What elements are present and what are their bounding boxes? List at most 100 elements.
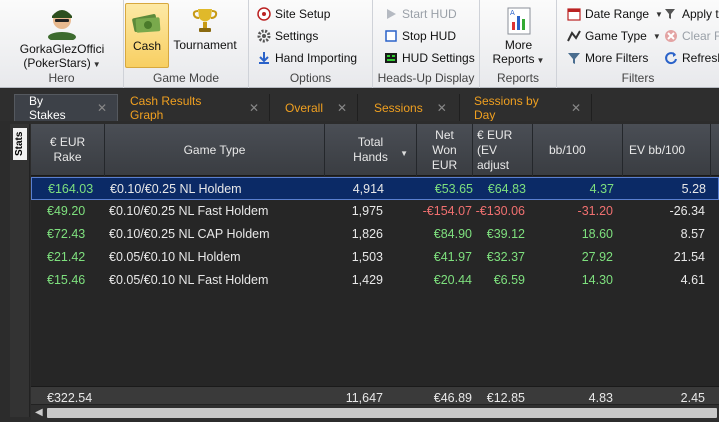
column-header-rake[interactable]: € EUR Rake [31, 124, 105, 176]
horizontal-scrollbar[interactable]: ◀ [31, 404, 719, 420]
sort-descending-icon: ▼ [400, 149, 408, 158]
stakes-results-table: € EUR Rake Game Type Total Hands ▼ Net W… [31, 124, 719, 414]
play-icon [387, 9, 396, 19]
cell-bb100: 27.92 [581, 250, 613, 264]
cell-ev-adjusted: €39.12 [486, 227, 525, 241]
cell-game-type: €0.10/€0.25 NL Fast Holdem [109, 204, 269, 218]
cell-ev-adjusted: €6.59 [493, 273, 525, 287]
column-header-ev-adjusted[interactable]: € EUR (EV adjust [473, 124, 533, 176]
cell-bb100: 4.37 [589, 182, 614, 196]
chevron-down-icon: ▼ [652, 31, 661, 41]
reports-group-label: Reports [496, 71, 540, 85]
column-header-bb100[interactable]: bb/100 [533, 124, 623, 176]
stop-hud-button[interactable]: Stop HUD [384, 26, 456, 46]
cell-bb100: -31.20 [577, 204, 613, 218]
tab-label: By Stakes [29, 94, 66, 122]
cell-ev-bb100: -26.34 [669, 204, 705, 218]
chevron-down-icon: ▼ [536, 56, 545, 65]
tab-label: Sessions by Day [474, 93, 539, 122]
more-reports-label-1: More [504, 38, 533, 52]
cash-mode-button[interactable]: Cash [125, 3, 169, 68]
refresh-button[interactable]: Refresh [664, 48, 719, 68]
column-header-total-hands[interactable]: Total Hands ▼ [325, 124, 417, 176]
table-row[interactable]: €21.42 €0.05/€0.10 NL Holdem 1,503 €41.97 €3… [31, 246, 719, 269]
cell-game-type: €0.05/€0.10 NL Fast Holdem [109, 273, 269, 287]
options-group-label: Options [289, 71, 332, 85]
tournament-mode-label: Tournament [173, 38, 237, 52]
tab-by-stakes[interactable]: By Stakes ✕ [14, 94, 118, 122]
close-icon[interactable]: ✕ [437, 101, 447, 115]
refresh-label: Refresh [682, 51, 719, 65]
hud-group: Start HUD Stop HUD HUD Settings Heads-Up… [373, 0, 480, 88]
start-hud-button[interactable]: Start HUD [384, 4, 457, 24]
close-icon[interactable]: ✕ [97, 101, 107, 115]
report-chart-icon: A [507, 7, 530, 35]
more-filters-button[interactable]: More Filters [567, 48, 648, 68]
table-row[interactable]: €49.20 €0.10/€0.25 NL Fast Holdem 1,975 -€1… [31, 200, 719, 223]
cell-rake: €21.42 [47, 250, 86, 264]
hero-avatar-icon [48, 10, 76, 40]
import-arrow-icon [259, 52, 269, 64]
cell-rake: €164.03 [48, 182, 94, 196]
clear-filters-label: Clear Fi [682, 29, 719, 43]
column-header-game-type[interactable]: Game Type [105, 124, 325, 176]
table-header: € EUR Rake Game Type Total Hands ▼ Net W… [31, 124, 719, 176]
hud-settings-button[interactable]: HUD Settings [384, 48, 475, 68]
scrollbar-thumb[interactable] [47, 408, 717, 418]
filters-group: Date Range ▼ Game Type ▼ More Filters Appl… [557, 0, 719, 88]
more-filters-label: More Filters [585, 51, 649, 65]
table-row[interactable]: €164.03 €0.10/€0.25 NL Holdem 4,914 €53.65 €… [31, 177, 719, 200]
settings-button[interactable]: Settings [257, 26, 318, 46]
gear-icon [257, 29, 271, 43]
cell-rake: €72.43 [47, 227, 86, 241]
cell-total-hands: 4,914 [352, 182, 384, 196]
filter-funnel-icon [568, 53, 580, 64]
site-setup-button[interactable]: Site Setup [257, 4, 330, 24]
svg-text:A: A [510, 9, 515, 17]
clear-filters-button[interactable]: Clear Fi [664, 26, 719, 46]
cell-total-hands: 1,503 [351, 250, 383, 264]
hand-importing-button[interactable]: Hand Importing [257, 48, 357, 68]
close-icon[interactable]: ✕ [249, 101, 259, 115]
scroll-left-icon[interactable]: ◀ [35, 407, 43, 418]
cell-bb100: 18.60 [581, 227, 613, 241]
cell-ev-bb100: 5.28 [681, 182, 706, 196]
cell-game-type: €0.10/€0.25 NL Holdem [110, 182, 242, 196]
more-reports-button[interactable]: A More Reports ▼ [484, 6, 553, 66]
cell-total-hands: 1,826 [351, 227, 383, 241]
cell-rake: €15.46 [47, 273, 86, 287]
tab-label: Cash Results Graph [130, 93, 202, 122]
calendar-icon [567, 8, 581, 21]
tab-sessions-by-day[interactable]: Sessions by Day ✕ [460, 93, 592, 122]
stats-side-panel: Stats [10, 124, 30, 417]
chevron-down-icon: ▼ [655, 9, 663, 19]
close-icon[interactable]: ✕ [571, 101, 581, 115]
hand-importing-label: Hand Importing [275, 51, 358, 65]
tab-cash-results-graph[interactable]: Cash Results Graph ✕ [118, 93, 270, 122]
stop-hud-label: Stop HUD [402, 29, 457, 43]
close-icon[interactable]: ✕ [337, 101, 347, 115]
chevron-down-icon: ▼ [92, 60, 101, 69]
date-range-button[interactable]: Date Range ▼ [567, 4, 663, 24]
game-type-button[interactable]: Game Type ▼ [567, 26, 661, 46]
clear-x-icon [665, 30, 677, 42]
table-row[interactable]: €72.43 €0.10/€0.25 NL CAP Holdem 1,826 €84.… [31, 223, 719, 246]
apply-filters-button[interactable]: Apply t [664, 4, 719, 24]
tab-label: Overall [285, 100, 324, 115]
hero-selector-button[interactable]: GorkaGlezOffici (PokerStars) ▼ [6, 4, 118, 70]
column-header-net-won[interactable]: Net Won EUR [417, 124, 473, 176]
tab-overall[interactable]: Overall ✕ [270, 94, 358, 121]
date-range-label: Date Range [585, 7, 650, 21]
stats-toggle-button[interactable]: Stats [13, 128, 27, 160]
tournament-mode-button[interactable]: Tournament [171, 3, 239, 52]
apply-filter-icon [665, 9, 675, 19]
hud-group-label: Heads-Up Display [377, 71, 475, 85]
column-header-total-hands-label: Total Hands [353, 135, 388, 164]
column-header-ev-bb100[interactable]: EV bb/100 [623, 124, 711, 176]
tab-sessions[interactable]: Sessions ✕ [358, 94, 460, 121]
table-row[interactable]: €15.46 €0.05/€0.10 NL Fast Holdem 1,429 €20… [31, 269, 719, 292]
cell-ev-bb100: 4.61 [680, 273, 705, 287]
more-reports-label-2: Reports ▼ [484, 52, 553, 66]
hero-group: GorkaGlezOffici (PokerStars) ▼ Hero [0, 0, 124, 88]
game-mode-group-label: Game Mode [152, 71, 220, 85]
